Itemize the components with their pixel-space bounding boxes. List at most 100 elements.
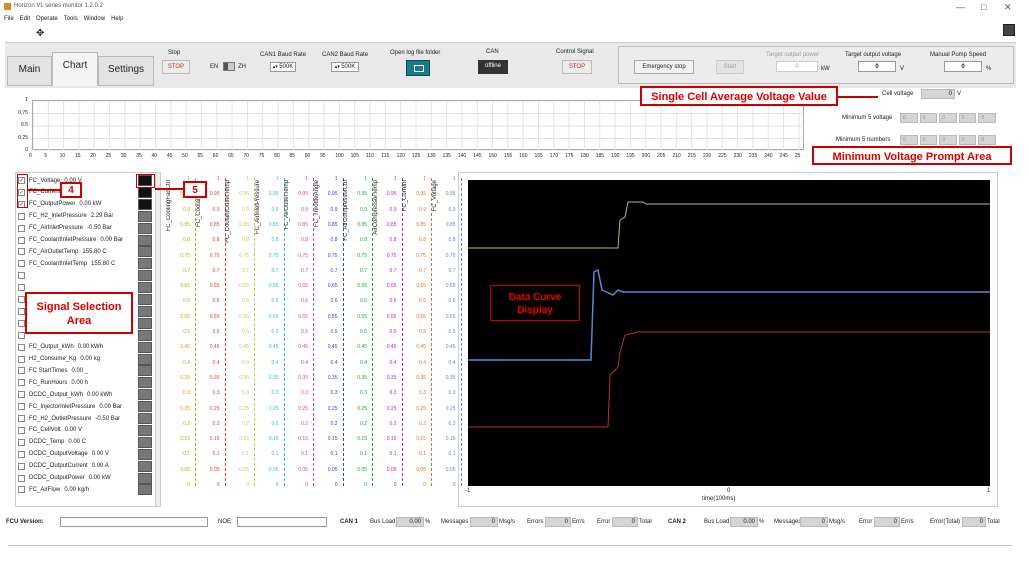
signal-waveform-icon[interactable] [138, 365, 152, 377]
signal-waveform-icon[interactable] [138, 413, 152, 424]
tab-chart[interactable]: Chart [52, 52, 98, 86]
signal-waveform-icon[interactable] [138, 401, 152, 413]
signal-row[interactable] [18, 270, 158, 281]
minimize-button[interactable]: — [956, 2, 965, 12]
signal-row[interactable]: DCDC_Temp 0.00 C [18, 437, 158, 448]
signal-waveform-icon[interactable] [138, 234, 152, 246]
signal-checkbox[interactable] [18, 260, 25, 268]
signal-checkbox[interactable] [18, 236, 25, 244]
can2-baud-select[interactable]: ▴▾ 500K [331, 62, 359, 72]
target-power-input[interactable]: 0 [776, 61, 818, 72]
signal-row[interactable]: FC_InjectorInletPressure 0.00 Bar [18, 401, 158, 412]
start-button[interactable]: Start [716, 60, 744, 74]
close-button[interactable]: ✕ [1004, 2, 1012, 13]
signal-row[interactable]: FC_RunHours 0.00 h [18, 377, 158, 388]
signal-row[interactable]: DCDC_OutputCurrent 0.00 A [18, 461, 158, 472]
signal-row[interactable]: FC_AirFlow 0.00 kg/h [18, 484, 158, 495]
signal-waveform-icon[interactable] [138, 222, 152, 234]
target-voltage-input[interactable]: 0 [858, 61, 896, 72]
signal-waveform-icon[interactable] [138, 353, 152, 365]
signal-row[interactable]: FC_CellVolt 0.00 V [18, 425, 158, 436]
signal-checkbox[interactable] [18, 403, 25, 411]
signal-checkbox[interactable] [18, 462, 25, 470]
emergency-stop-button[interactable]: Emergency stop [634, 60, 694, 74]
signal-checkbox[interactable] [18, 415, 25, 422]
tab-settings[interactable]: Settings [98, 56, 154, 86]
signal-waveform-icon[interactable] [138, 317, 152, 329]
signal-waveform-icon[interactable] [138, 294, 152, 305]
menu-tools[interactable]: Tools [64, 16, 78, 22]
signal-row[interactable]: ✓ FC_OutputPower 0.00 kW [18, 199, 158, 210]
signal-waveform-icon[interactable] [138, 210, 152, 222]
signal-waveform-icon[interactable] [138, 460, 152, 472]
fcu-version-field[interactable] [60, 517, 208, 527]
menu-window[interactable]: Window [84, 16, 105, 22]
language-toggle[interactable] [223, 62, 235, 71]
signal-waveform-icon[interactable] [138, 329, 152, 341]
signal-checkbox[interactable] [18, 319, 25, 327]
signal-row[interactable]: H2_Consume_Kg 0.00 kg [18, 354, 158, 365]
signal-row[interactable]: FC_CoolantInletPressure 0.00 Bar [18, 235, 158, 246]
stop-button[interactable]: STOP [162, 60, 190, 74]
signal-waveform-icon[interactable] [138, 389, 152, 401]
signal-waveform-icon[interactable] [138, 436, 152, 448]
signal-checkbox[interactable] [18, 343, 25, 351]
noe-field[interactable] [237, 517, 327, 527]
signal-list-scrollbar[interactable] [155, 173, 160, 506]
maximize-button[interactable]: □ [981, 2, 986, 12]
signal-waveform-icon[interactable] [138, 282, 152, 294]
signal-checkbox[interactable] [18, 474, 25, 482]
signal-waveform-icon[interactable] [138, 341, 152, 353]
signal-checkbox[interactable] [18, 272, 25, 280]
signal-waveform-icon[interactable] [138, 186, 152, 198]
signal-checkbox[interactable] [18, 212, 25, 220]
signal-waveform-icon[interactable] [138, 198, 152, 210]
signal-row[interactable]: FC_H2_InletPressure 2.29 Bar [18, 211, 158, 222]
signal-checkbox[interactable] [18, 224, 25, 232]
signal-waveform-icon[interactable] [138, 448, 152, 460]
signal-row[interactable]: FC_Output_kWh 0.00 kWh [18, 342, 158, 353]
control-signal-button[interactable]: STOP [562, 60, 592, 74]
signal-checkbox[interactable] [18, 391, 25, 399]
signal-checkbox[interactable] [18, 450, 25, 458]
signal-checkbox[interactable] [18, 367, 25, 375]
crosshair-icon[interactable]: ✥ [36, 28, 44, 39]
signal-row[interactable]: DCDC_OutputPower 0.00 kW [18, 473, 158, 484]
signal-checkbox[interactable] [18, 248, 25, 256]
signal-checkbox[interactable] [18, 307, 25, 315]
signal-checkbox[interactable] [18, 355, 25, 363]
menu-edit[interactable]: Edit [20, 16, 30, 22]
signal-row[interactable]: FC_H2_OutletPressure -0.50 Bar [18, 413, 158, 424]
signal-waveform-icon[interactable] [138, 246, 152, 258]
signal-row[interactable]: DCDC_OutputVoltage 0.00 V [18, 449, 158, 460]
signal-waveform-icon[interactable] [138, 305, 152, 317]
signal-row[interactable]: FC_AirInletPressure -0.50 Bar [18, 223, 158, 234]
signal-checkbox[interactable] [18, 284, 25, 292]
menu-file[interactable]: File [4, 16, 14, 22]
signal-waveform-icon[interactable] [138, 484, 152, 496]
menu-operate[interactable]: Operate [36, 16, 58, 22]
signal-checkbox[interactable] [18, 379, 25, 387]
menu-help[interactable]: Help [111, 16, 123, 22]
can1-baud-select[interactable]: ▴▾ 500K [270, 62, 296, 72]
bottom-scrollbar[interactable] [8, 545, 1012, 551]
signal-checkbox[interactable] [18, 296, 25, 303]
signal-row[interactable]: FC_AirOutletTemp 155.80 C [18, 246, 158, 257]
signal-waveform-icon[interactable] [138, 377, 152, 389]
open-log-folder-button[interactable] [406, 60, 430, 76]
signal-checkbox[interactable] [18, 331, 25, 339]
tab-main[interactable]: Main [7, 56, 52, 86]
signal-checkbox[interactable] [18, 486, 25, 494]
signal-waveform-icon[interactable] [138, 472, 152, 484]
signal-waveform-icon[interactable] [138, 424, 152, 436]
signal-checkbox[interactable] [18, 438, 25, 446]
signal-row[interactable]: DCDC_Output_kWh 0.00 kWh [18, 389, 158, 400]
signal-checkbox[interactable] [18, 426, 25, 434]
pump-speed-input[interactable]: 0 [944, 61, 982, 72]
signal-row[interactable]: FC StartTimes 0.00 _ [18, 365, 158, 376]
signal-waveform-icon[interactable] [138, 258, 152, 270]
can-status-button[interactable]: offline [478, 60, 508, 74]
signal-waveform-icon[interactable] [138, 270, 152, 282]
signal-row[interactable]: FC_CoolantInletTemp 155.80 C [18, 258, 158, 269]
monitor-icon[interactable] [1003, 24, 1015, 36]
